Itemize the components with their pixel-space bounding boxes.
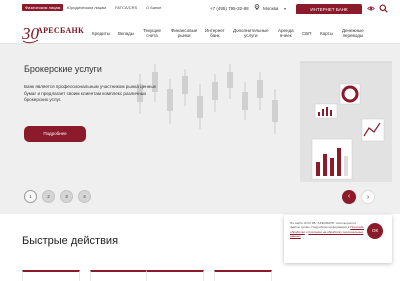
nav-item-additional-services[interactable]: Дополнительные услуги — [233, 28, 269, 38]
slider-dot-1[interactable]: 1 — [24, 190, 37, 203]
tab-fatca-crs[interactable]: FATCA/CRS — [115, 5, 137, 10]
quick-action-card[interactable] — [214, 270, 272, 281]
tab-individuals[interactable]: Физическим лицам — [22, 4, 64, 11]
nav-item-money-transfers[interactable]: Денежные переводы — [342, 28, 364, 38]
cookie-text: На сайте ООО КБ "АРЕСБАНК" используются … — [290, 221, 366, 238]
more-details-button[interactable]: Подробнее — [24, 126, 86, 142]
logo-wordmark: АРЕСБАНК — [37, 26, 85, 35]
quick-action-card[interactable] — [22, 270, 80, 281]
nav-item-financial-markets[interactable]: Финансовые рынки — [171, 28, 197, 38]
slider-dot-2[interactable]: 2 — [42, 190, 55, 203]
nav-item-loans[interactable]: Кредиты — [92, 31, 110, 36]
nav-item-safe-deposit-rental[interactable]: Аренда ячеек — [278, 28, 294, 38]
nav-item-current-accounts[interactable]: Текущие счета — [143, 28, 161, 38]
nav-item-internet-bank[interactable]: Интернет банк — [205, 28, 225, 38]
top-utility-bar: Физическим лицам Юридическим лицам FATCA… — [0, 0, 400, 15]
cookie-notice: На сайте ООО КБ "АРЕСБАНК" используются … — [284, 215, 392, 263]
slider-next-button[interactable]: › — [361, 190, 375, 204]
nav-item-cards[interactable]: Карты — [320, 31, 333, 36]
city-selector[interactable]: Москва — [263, 6, 278, 11]
quick-actions-title: Быстрые действия — [22, 235, 119, 247]
quick-action-card[interactable] — [90, 270, 148, 281]
slider-prev-button[interactable]: ‹ — [342, 190, 356, 204]
tab-about-bank[interactable]: О Банке — [146, 5, 161, 10]
chevron-down-icon: ▾ — [284, 6, 287, 11]
tab-legal-entities[interactable]: Юридическим лицам — [67, 5, 106, 10]
nav-item-sbp[interactable]: СБП — [302, 31, 311, 36]
quick-action-card[interactable] — [146, 270, 204, 281]
cookie-ok-button[interactable]: ОК — [367, 223, 383, 239]
nav-item-deposits[interactable]: Вклады — [118, 31, 134, 36]
cookie-message: На сайте ООО КБ "АРЕСБАНК" используются … — [290, 221, 356, 230]
hero-title: Брокерские услуги — [24, 64, 102, 74]
accessibility-eye-icon[interactable] — [367, 5, 375, 12]
slider-dot-4[interactable]: 4 — [78, 190, 91, 203]
slider-dot-3[interactable]: 3 — [60, 190, 73, 203]
phone-number[interactable]: +7 (495) 795-32-88 — [210, 6, 249, 11]
search-icon[interactable] — [379, 4, 388, 13]
hero-description: Банк является профессиональным участнико… — [24, 84, 156, 102]
location-pin-icon — [254, 4, 260, 10]
